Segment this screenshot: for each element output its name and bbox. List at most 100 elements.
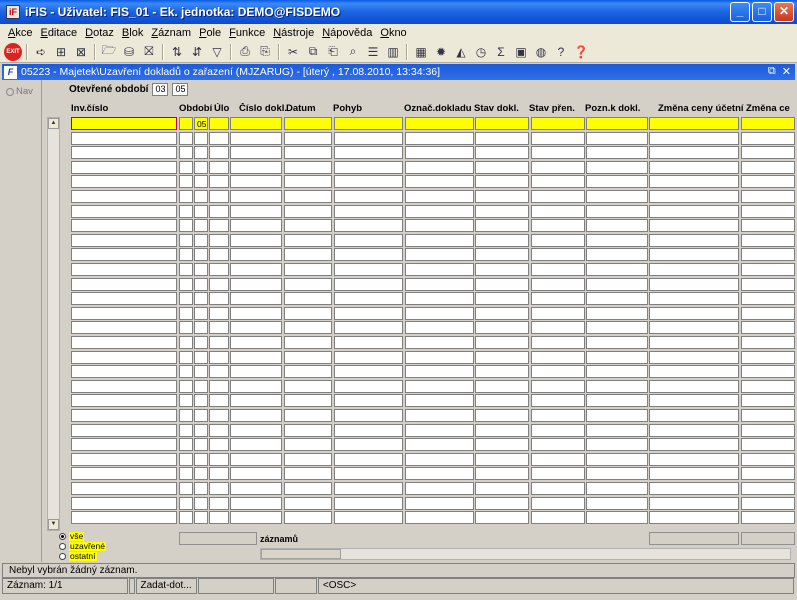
grid-cell[interactable] xyxy=(334,233,403,247)
grid-cell[interactable] xyxy=(284,482,332,495)
grid-cell[interactable] xyxy=(741,438,795,452)
grid-cell[interactable] xyxy=(531,306,585,320)
grid-cell[interactable] xyxy=(531,394,585,408)
grid-cell[interactable] xyxy=(284,365,332,379)
column-header[interactable]: Stav přen. xyxy=(529,103,575,114)
grid-cell[interactable] xyxy=(649,306,739,320)
grid-cell[interactable] xyxy=(209,365,229,379)
grid-cell[interactable] xyxy=(475,248,529,262)
grid-cell[interactable] xyxy=(334,409,403,422)
grid-cell[interactable] xyxy=(209,204,229,218)
grid-cell[interactable] xyxy=(649,204,739,218)
grid-cell[interactable] xyxy=(741,467,795,481)
grid-cell[interactable] xyxy=(586,467,648,481)
grid-cell[interactable] xyxy=(334,219,403,233)
grid-cell[interactable] xyxy=(209,438,229,452)
grid-cell[interactable] xyxy=(531,336,585,349)
print-icon[interactable]: ⎙ xyxy=(236,43,254,61)
grid-cell[interactable] xyxy=(71,131,177,145)
filter-radio[interactable]: ostatní xyxy=(59,551,106,561)
grid-cell[interactable] xyxy=(475,452,529,466)
grid-cell[interactable] xyxy=(194,204,208,218)
grid-cell[interactable] xyxy=(179,511,193,525)
grid-cell[interactable] xyxy=(209,379,229,393)
grid-cell[interactable] xyxy=(475,160,529,174)
grid-cell[interactable] xyxy=(586,248,648,262)
grid-cell[interactable] xyxy=(334,204,403,218)
grid-cell[interactable] xyxy=(405,423,474,437)
grid-cell[interactable] xyxy=(475,233,529,247)
grid-cell[interactable] xyxy=(586,277,648,291)
grid-cell[interactable] xyxy=(194,423,208,437)
grid-cell[interactable] xyxy=(649,452,739,466)
form-title-bar[interactable]: F 05223 - Majetek\Uzavření dokladů o zař… xyxy=(2,64,795,80)
grid-cell[interactable] xyxy=(649,379,739,393)
execute-query-icon[interactable]: ⛁ xyxy=(120,43,138,61)
grid-cell[interactable] xyxy=(230,336,282,349)
filter-radio[interactable]: vše xyxy=(59,531,106,541)
grid-cell[interactable] xyxy=(649,146,739,160)
grid-cell[interactable] xyxy=(334,321,403,335)
grid-cell[interactable] xyxy=(531,277,585,291)
grid-cell[interactable] xyxy=(586,438,648,452)
grid-cell[interactable] xyxy=(71,160,177,174)
grid-cell[interactable] xyxy=(209,467,229,481)
grid-cell[interactable] xyxy=(741,160,795,174)
grid-cell[interactable] xyxy=(179,277,193,291)
grid-cell[interactable] xyxy=(405,117,474,130)
grid-cell[interactable] xyxy=(284,394,332,408)
grid-cell[interactable] xyxy=(334,438,403,452)
menu-item[interactable]: Akce xyxy=(4,27,36,39)
vertical-scrollbar[interactable]: ▲ ▼ xyxy=(47,117,60,531)
grid-cell[interactable] xyxy=(71,511,177,525)
grid-cell[interactable] xyxy=(649,511,739,525)
grid-cell[interactable] xyxy=(649,292,739,306)
column-header[interactable]: Označ.dokladu xyxy=(404,103,472,114)
grid-cell[interactable] xyxy=(179,423,193,437)
grid-cell[interactable] xyxy=(230,292,282,306)
grid-cell[interactable] xyxy=(209,277,229,291)
grid-cell[interactable] xyxy=(179,482,193,495)
grid-cell[interactable] xyxy=(71,365,177,379)
grid-cell[interactable] xyxy=(405,175,474,189)
grid-cell[interactable] xyxy=(71,409,177,422)
grid-cell[interactable] xyxy=(649,350,739,364)
grid-cell[interactable] xyxy=(741,204,795,218)
grid-cell[interactable] xyxy=(741,379,795,393)
grid-cell[interactable] xyxy=(475,350,529,364)
grid-cell[interactable] xyxy=(71,496,177,510)
grid-cell[interactable] xyxy=(179,467,193,481)
grid-cell[interactable] xyxy=(405,233,474,247)
grid-cell[interactable] xyxy=(209,233,229,247)
grid-cell[interactable] xyxy=(334,306,403,320)
grid-cell[interactable] xyxy=(531,219,585,233)
scroll-up-icon[interactable]: ▲ xyxy=(48,118,59,129)
grid-cell[interactable] xyxy=(475,482,529,495)
grid-cell[interactable] xyxy=(209,321,229,335)
grid-cell[interactable] xyxy=(334,131,403,145)
filter-icon[interactable]: ▽ xyxy=(208,43,226,61)
grid-cell[interactable] xyxy=(284,131,332,145)
grid-cell[interactable] xyxy=(230,452,282,466)
grid-cell[interactable] xyxy=(284,423,332,437)
grid-cell[interactable] xyxy=(230,467,282,481)
grid-cell[interactable] xyxy=(405,190,474,203)
grid-cell[interactable] xyxy=(194,467,208,481)
grid-cell[interactable] xyxy=(284,146,332,160)
web-icon[interactable]: ◍ xyxy=(532,43,550,61)
grid-cell[interactable] xyxy=(741,146,795,160)
horizontal-scrollbar[interactable] xyxy=(260,548,791,560)
grid-cell[interactable] xyxy=(194,292,208,306)
grid-cell[interactable] xyxy=(209,292,229,306)
grid-cell[interactable] xyxy=(586,496,648,510)
grid-cell[interactable] xyxy=(71,423,177,437)
grid-cell[interactable] xyxy=(649,438,739,452)
grid-cell[interactable] xyxy=(179,409,193,422)
radio-icon[interactable] xyxy=(59,552,66,560)
grid-cell[interactable] xyxy=(531,467,585,481)
grid-cell[interactable] xyxy=(649,467,739,481)
grid-cell[interactable] xyxy=(586,219,648,233)
grid-cell[interactable] xyxy=(230,511,282,525)
grid-cell[interactable] xyxy=(230,379,282,393)
grid-cell[interactable] xyxy=(71,190,177,203)
